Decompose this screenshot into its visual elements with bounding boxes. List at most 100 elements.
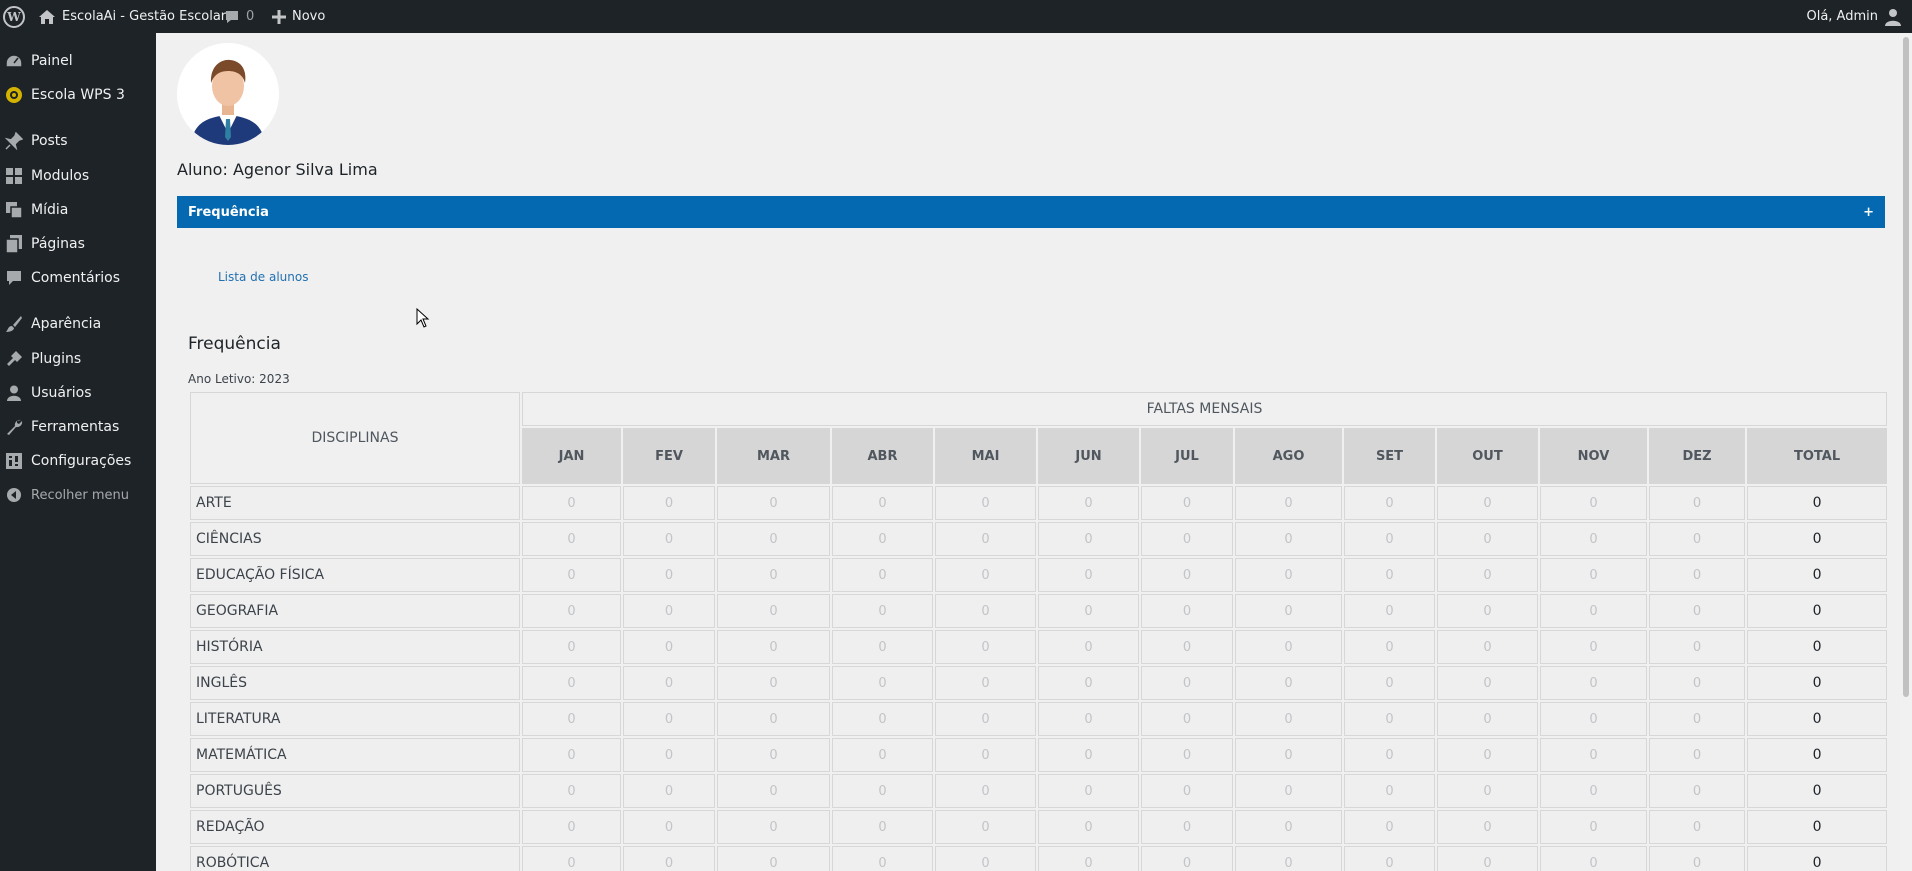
absence-count-cell[interactable]: 0 bbox=[1235, 630, 1342, 664]
menu-item-ferramentas[interactable]: Ferramentas bbox=[0, 410, 156, 444]
menu-item-painel[interactable]: Painel bbox=[0, 44, 156, 78]
absence-count-cell[interactable]: 0 bbox=[1649, 486, 1745, 520]
absence-count-cell[interactable]: 0 bbox=[1344, 666, 1435, 700]
absence-count-cell[interactable]: 0 bbox=[1649, 666, 1745, 700]
absence-count-cell[interactable]: 0 bbox=[1540, 630, 1647, 664]
menu-item-plugins[interactable]: Plugins bbox=[0, 342, 156, 376]
absence-count-cell[interactable]: 0 bbox=[717, 594, 830, 628]
absence-count-cell[interactable]: 0 bbox=[935, 846, 1036, 871]
absence-count-cell[interactable]: 0 bbox=[1038, 594, 1139, 628]
absence-count-cell[interactable]: 0 bbox=[522, 594, 621, 628]
absence-count-cell[interactable]: 0 bbox=[1344, 846, 1435, 871]
menu-item-paginas[interactable]: Páginas bbox=[0, 227, 156, 261]
absence-count-cell[interactable]: 0 bbox=[522, 702, 621, 736]
absence-count-cell[interactable]: 0 bbox=[1344, 810, 1435, 844]
absence-count-cell[interactable]: 0 bbox=[623, 774, 715, 808]
absence-count-cell[interactable]: 0 bbox=[935, 630, 1036, 664]
absence-count-cell[interactable]: 0 bbox=[623, 522, 715, 556]
absence-count-cell[interactable]: 0 bbox=[1437, 666, 1538, 700]
absence-count-cell[interactable]: 0 bbox=[522, 738, 621, 772]
scrollbar-thumb[interactable] bbox=[1903, 37, 1909, 697]
absence-count-cell[interactable]: 0 bbox=[1038, 810, 1139, 844]
absence-count-cell[interactable]: 0 bbox=[1649, 738, 1745, 772]
absence-count-cell[interactable]: 0 bbox=[832, 702, 933, 736]
absence-count-cell[interactable]: 0 bbox=[717, 846, 830, 871]
absence-count-cell[interactable]: 0 bbox=[1141, 774, 1233, 808]
absence-count-cell[interactable]: 0 bbox=[1649, 846, 1745, 871]
absence-count-cell[interactable]: 0 bbox=[1235, 702, 1342, 736]
expand-toggle-icon[interactable]: + bbox=[1863, 205, 1874, 220]
absence-count-cell[interactable]: 0 bbox=[1235, 594, 1342, 628]
absence-count-cell[interactable]: 0 bbox=[717, 630, 830, 664]
menu-item-configuracoes[interactable]: Configurações bbox=[0, 444, 156, 478]
absence-count-cell[interactable]: 0 bbox=[1649, 558, 1745, 592]
menu-item-usuarios[interactable]: Usuários bbox=[0, 376, 156, 410]
absence-count-cell[interactable]: 0 bbox=[1649, 702, 1745, 736]
absence-count-cell[interactable]: 0 bbox=[717, 486, 830, 520]
absence-count-cell[interactable]: 0 bbox=[832, 738, 933, 772]
absence-count-cell[interactable]: 0 bbox=[1141, 630, 1233, 664]
absence-count-cell[interactable]: 0 bbox=[1344, 630, 1435, 664]
absence-count-cell[interactable]: 0 bbox=[1540, 846, 1647, 871]
absence-count-cell[interactable]: 0 bbox=[1437, 846, 1538, 871]
absence-count-cell[interactable]: 0 bbox=[1437, 486, 1538, 520]
absence-count-cell[interactable]: 0 bbox=[935, 774, 1036, 808]
absence-count-cell[interactable]: 0 bbox=[1540, 486, 1647, 520]
absence-count-cell[interactable]: 0 bbox=[935, 702, 1036, 736]
absence-count-cell[interactable]: 0 bbox=[832, 810, 933, 844]
absence-count-cell[interactable]: 0 bbox=[623, 558, 715, 592]
absence-count-cell[interactable]: 0 bbox=[832, 522, 933, 556]
absence-count-cell[interactable]: 0 bbox=[1235, 810, 1342, 844]
absence-count-cell[interactable]: 0 bbox=[717, 810, 830, 844]
absence-count-cell[interactable]: 0 bbox=[1235, 666, 1342, 700]
absence-count-cell[interactable]: 0 bbox=[935, 558, 1036, 592]
absence-count-cell[interactable]: 0 bbox=[1540, 522, 1647, 556]
absence-count-cell[interactable]: 0 bbox=[623, 846, 715, 871]
menu-item-midia[interactable]: Mídia bbox=[0, 193, 156, 227]
absence-count-cell[interactable]: 0 bbox=[1038, 558, 1139, 592]
absence-count-cell[interactable]: 0 bbox=[1344, 702, 1435, 736]
absence-count-cell[interactable]: 0 bbox=[1038, 630, 1139, 664]
new-content-link[interactable]: Novo bbox=[272, 0, 325, 33]
absence-count-cell[interactable]: 0 bbox=[1235, 846, 1342, 871]
menu-item-comentarios[interactable]: Comentários bbox=[0, 261, 156, 295]
absence-count-cell[interactable]: 0 bbox=[623, 666, 715, 700]
absence-count-cell[interactable]: 0 bbox=[1649, 630, 1745, 664]
absence-count-cell[interactable]: 0 bbox=[832, 486, 933, 520]
absence-count-cell[interactable]: 0 bbox=[832, 774, 933, 808]
absence-count-cell[interactable]: 0 bbox=[717, 522, 830, 556]
absence-count-cell[interactable]: 0 bbox=[832, 558, 933, 592]
absence-count-cell[interactable]: 0 bbox=[935, 810, 1036, 844]
absence-count-cell[interactable]: 0 bbox=[1540, 738, 1647, 772]
absence-count-cell[interactable]: 0 bbox=[1038, 666, 1139, 700]
absence-count-cell[interactable]: 0 bbox=[935, 738, 1036, 772]
menu-item-modulos[interactable]: Modulos bbox=[0, 159, 156, 193]
absence-count-cell[interactable]: 0 bbox=[832, 666, 933, 700]
absence-count-cell[interactable]: 0 bbox=[1649, 810, 1745, 844]
absence-count-cell[interactable]: 0 bbox=[1141, 594, 1233, 628]
absence-count-cell[interactable]: 0 bbox=[522, 774, 621, 808]
menu-item-posts[interactable]: Posts bbox=[0, 124, 156, 158]
absence-count-cell[interactable]: 0 bbox=[1540, 702, 1647, 736]
absence-count-cell[interactable]: 0 bbox=[522, 522, 621, 556]
absence-count-cell[interactable]: 0 bbox=[1038, 738, 1139, 772]
absence-count-cell[interactable]: 0 bbox=[1344, 558, 1435, 592]
absence-count-cell[interactable]: 0 bbox=[1649, 774, 1745, 808]
absence-count-cell[interactable]: 0 bbox=[1038, 774, 1139, 808]
absence-count-cell[interactable]: 0 bbox=[1344, 774, 1435, 808]
absence-count-cell[interactable]: 0 bbox=[1649, 522, 1745, 556]
page-scrollbar[interactable] bbox=[1900, 33, 1912, 871]
absence-count-cell[interactable]: 0 bbox=[1540, 558, 1647, 592]
absence-count-cell[interactable]: 0 bbox=[1437, 810, 1538, 844]
absence-count-cell[interactable]: 0 bbox=[1437, 522, 1538, 556]
absence-count-cell[interactable]: 0 bbox=[717, 774, 830, 808]
absence-count-cell[interactable]: 0 bbox=[717, 558, 830, 592]
absence-count-cell[interactable]: 0 bbox=[1344, 738, 1435, 772]
menu-item-escola-wps[interactable]: Escola WPS 3 bbox=[0, 78, 156, 112]
absence-count-cell[interactable]: 0 bbox=[1235, 774, 1342, 808]
absence-count-cell[interactable]: 0 bbox=[1038, 846, 1139, 871]
absence-count-cell[interactable]: 0 bbox=[1038, 522, 1139, 556]
absence-count-cell[interactable]: 0 bbox=[1141, 810, 1233, 844]
absence-count-cell[interactable]: 0 bbox=[623, 810, 715, 844]
absence-count-cell[interactable]: 0 bbox=[1540, 774, 1647, 808]
